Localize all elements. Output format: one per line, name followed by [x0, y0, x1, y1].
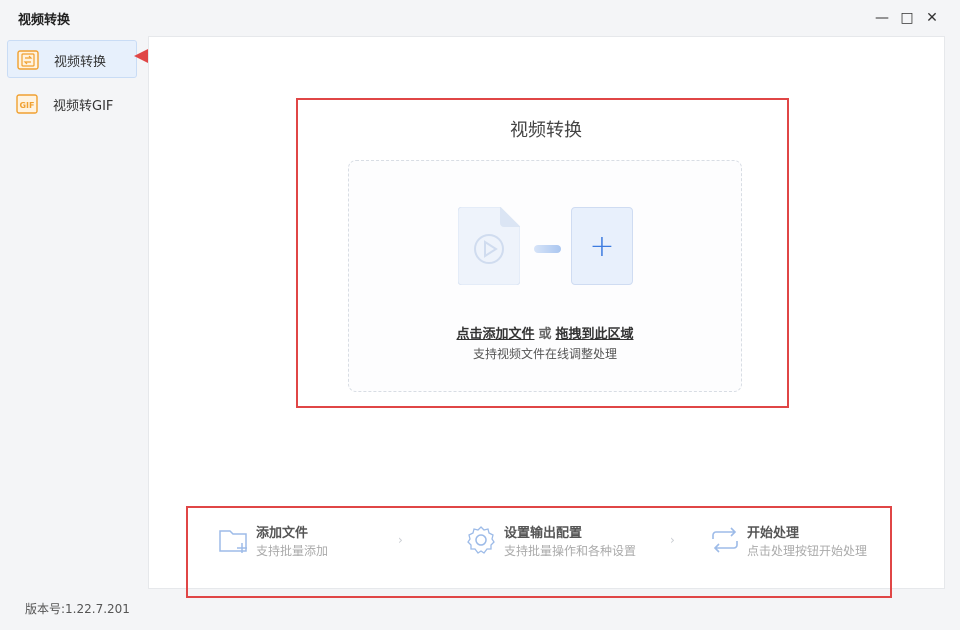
sidebar: 视频转换 GIF 视频转GIF 版本号:1.22.7.201 — [0, 36, 148, 630]
video-convert-icon — [17, 50, 39, 70]
maximize-button[interactable]: □ — [897, 8, 917, 28]
annotation-highlight-bottom — [186, 506, 892, 598]
sidebar-item-label: 视频转GIF — [53, 99, 114, 114]
sidebar-item-label: 视频转换 — [54, 55, 107, 70]
sidebar-item-video-to-gif[interactable]: GIF 视频转GIF — [7, 85, 137, 123]
version-label: 版本号:1.22.7.201 — [25, 602, 130, 616]
svg-text:GIF: GIF — [19, 101, 34, 110]
app-title: 视频转换 — [18, 13, 71, 28]
title-bar: 视频转换 — □ ✕ — [0, 0, 960, 36]
close-button[interactable]: ✕ — [922, 8, 942, 28]
annotation-highlight-top — [296, 98, 789, 408]
minimize-button[interactable]: — — [872, 8, 892, 28]
sidebar-item-video-convert[interactable]: 视频转换 — [7, 40, 137, 78]
gif-icon: GIF — [16, 94, 38, 114]
